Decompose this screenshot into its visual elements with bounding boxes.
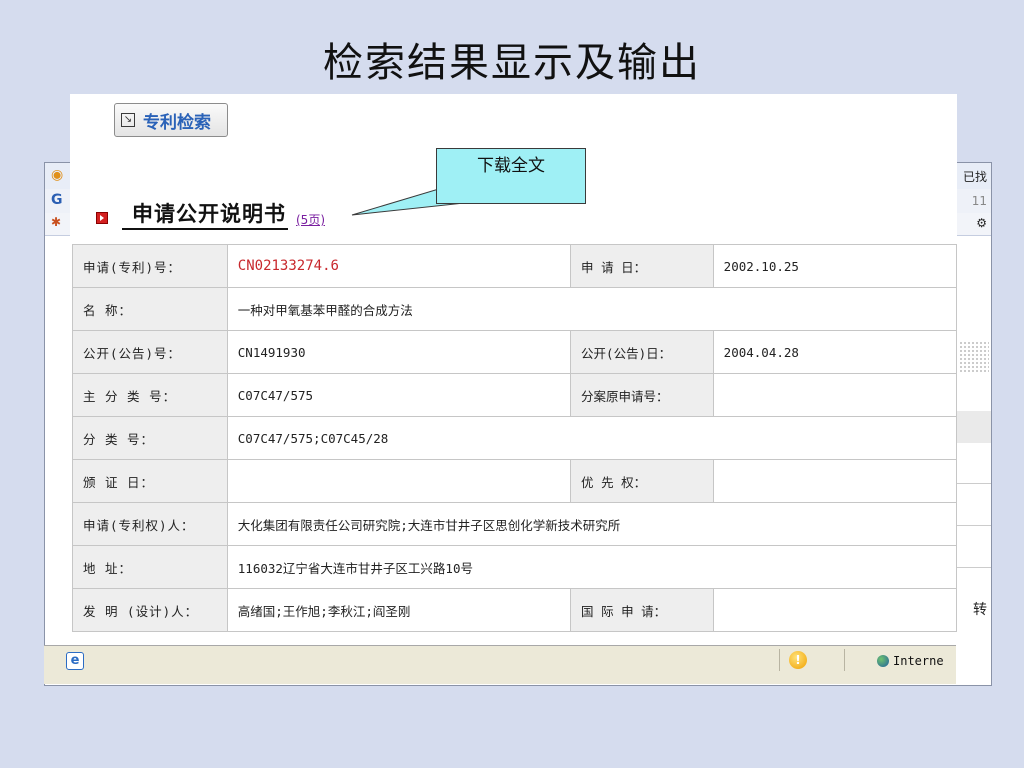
row-label: 国 际 申 请： (570, 588, 714, 632)
row-label: 地 址： (72, 545, 228, 589)
document-heading: 申请公开说明书 (5页) (96, 198, 325, 230)
security-zone[interactable]: Interne (877, 654, 944, 668)
background-row-divider (957, 567, 991, 568)
table-row: 颁 证 日： 优 先 权： (72, 459, 957, 503)
patent-result-panel: ↘ 专利检索 申请公开说明书 (5页) 下载全文 申请(专利)号： CN0213… (70, 94, 957, 645)
row-label: 颁 证 日： (72, 459, 228, 503)
row-label: 申 请 日： (570, 244, 714, 288)
row-label: 公开(公告)日： (570, 330, 714, 374)
row-label: 发 明 (设计)人： (72, 588, 228, 632)
links-icon[interactable]: ✱ (51, 215, 61, 229)
row-value: C07C47/575;C07C45/28 (226, 416, 957, 460)
download-full-text-callout: 下载全文 (436, 148, 586, 204)
table-row: 公开(公告)号： CN1491930 公开(公告)日： 2004.04.28 (72, 330, 957, 374)
settings-icon[interactable]: ⚙ (976, 216, 987, 230)
background-right-label: 转 (973, 602, 987, 618)
slide-title: 检索结果显示及输出 (323, 40, 701, 86)
row-label: 主 分 类 号： (72, 373, 228, 417)
row-label: 优 先 权： (570, 459, 714, 503)
play-bullet-icon (96, 212, 108, 224)
globe-icon (877, 655, 889, 667)
background-row-divider (957, 525, 991, 526)
browser-right-label: 已找 (962, 170, 987, 184)
row-value (712, 373, 957, 417)
row-value: CN1491930 (226, 330, 572, 374)
background-shaded-cell (957, 411, 991, 443)
row-label: 分 类 号： (72, 416, 228, 460)
patent-search-button-label: 专利检索 (143, 112, 211, 133)
patent-info-table: 申请(专利)号： CN02133274.6 申 请 日： 2002.10.25 … (72, 244, 957, 632)
patent-search-button[interactable]: ↘ 专利检索 (114, 103, 228, 137)
table-row: 分 类 号： C07C47/575;C07C45/28 (72, 416, 957, 460)
row-label: 名 称： (72, 287, 228, 331)
status-divider (844, 649, 845, 671)
table-row: 申请(专利)号： CN02133274.6 申 请 日： 2002.10.25 (72, 244, 957, 288)
row-label: 申请(专利)号： (72, 244, 228, 288)
browser-right-counter: 11 (971, 194, 987, 208)
table-row: 名 称： 一种对甲氧基苯甲醛的合成方法 (72, 287, 957, 331)
security-zone-label: Interne (893, 654, 944, 668)
row-value (712, 459, 957, 503)
ie-page-icon: e (66, 652, 84, 670)
table-row: 申请(专利权)人： 大化集团有限责任公司研究院;大连市甘井子区思创化学新技术研究… (72, 502, 957, 546)
row-value: 2002.10.25 (712, 244, 957, 288)
row-value: 116032辽宁省大连市甘井子区工兴路10号 (226, 545, 957, 589)
row-label: 公开(公告)号： (72, 330, 228, 374)
row-value: 2004.04.28 (712, 330, 957, 374)
background-row-divider (957, 483, 991, 484)
row-value (712, 588, 957, 632)
arrow-down-right-icon: ↘ (121, 113, 135, 127)
google-icon[interactable]: G (51, 192, 63, 208)
row-label: 申请(专利权)人： (72, 502, 228, 546)
table-row: 发 明 (设计)人： 高绪国;王作旭;李秋江;阎圣刚 国 际 申 请： (72, 588, 957, 632)
browser-logo-icon: ◉ (51, 167, 64, 183)
status-bar: e ! Interne (44, 645, 956, 684)
download-pages-link[interactable]: (5页) (296, 211, 325, 228)
row-value: 大化集团有限责任公司研究院;大连市甘井子区思创化学新技术研究所 (226, 502, 957, 546)
background-pattern (959, 341, 989, 373)
document-title: 申请公开说明书 (122, 198, 288, 230)
row-value: C07C47/575 (226, 373, 572, 417)
row-label: 分案原申请号： (570, 373, 714, 417)
status-divider (779, 649, 780, 671)
row-value (226, 459, 572, 503)
table-row: 地 址： 116032辽宁省大连市甘井子区工兴路10号 (72, 545, 957, 589)
warning-icon[interactable]: ! (789, 651, 807, 669)
row-value: 高绪国;王作旭;李秋江;阎圣刚 (226, 588, 572, 632)
row-value: 一种对甲氧基苯甲醛的合成方法 (226, 287, 957, 331)
application-number[interactable]: CN02133274.6 (226, 244, 572, 288)
table-row: 主 分 类 号： C07C47/575 分案原申请号： (72, 373, 957, 417)
